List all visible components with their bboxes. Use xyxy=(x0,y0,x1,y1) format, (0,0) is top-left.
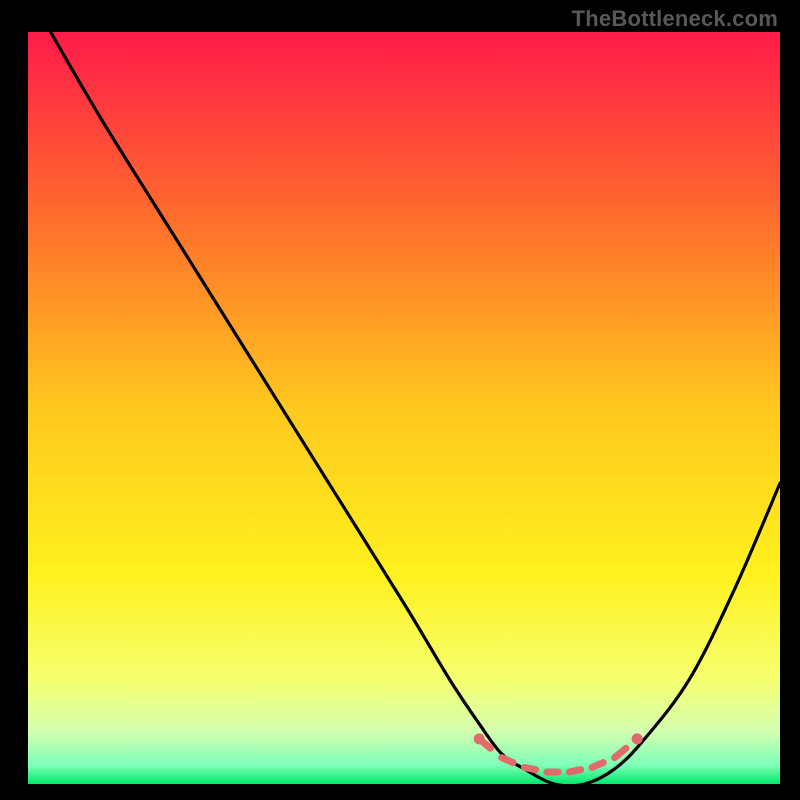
gradient-background xyxy=(28,32,780,784)
optimal-marker-dash xyxy=(592,763,603,768)
optimal-marker-endcap xyxy=(474,733,485,744)
optimal-marker-dash xyxy=(524,767,535,769)
watermark-text: TheBottleneck.com xyxy=(572,6,778,32)
optimal-marker-dash xyxy=(502,758,513,763)
optimal-marker-dash xyxy=(569,770,580,772)
chart-plot-area xyxy=(28,32,780,784)
optimal-marker-endcap xyxy=(632,733,643,744)
chart-svg xyxy=(28,32,780,784)
